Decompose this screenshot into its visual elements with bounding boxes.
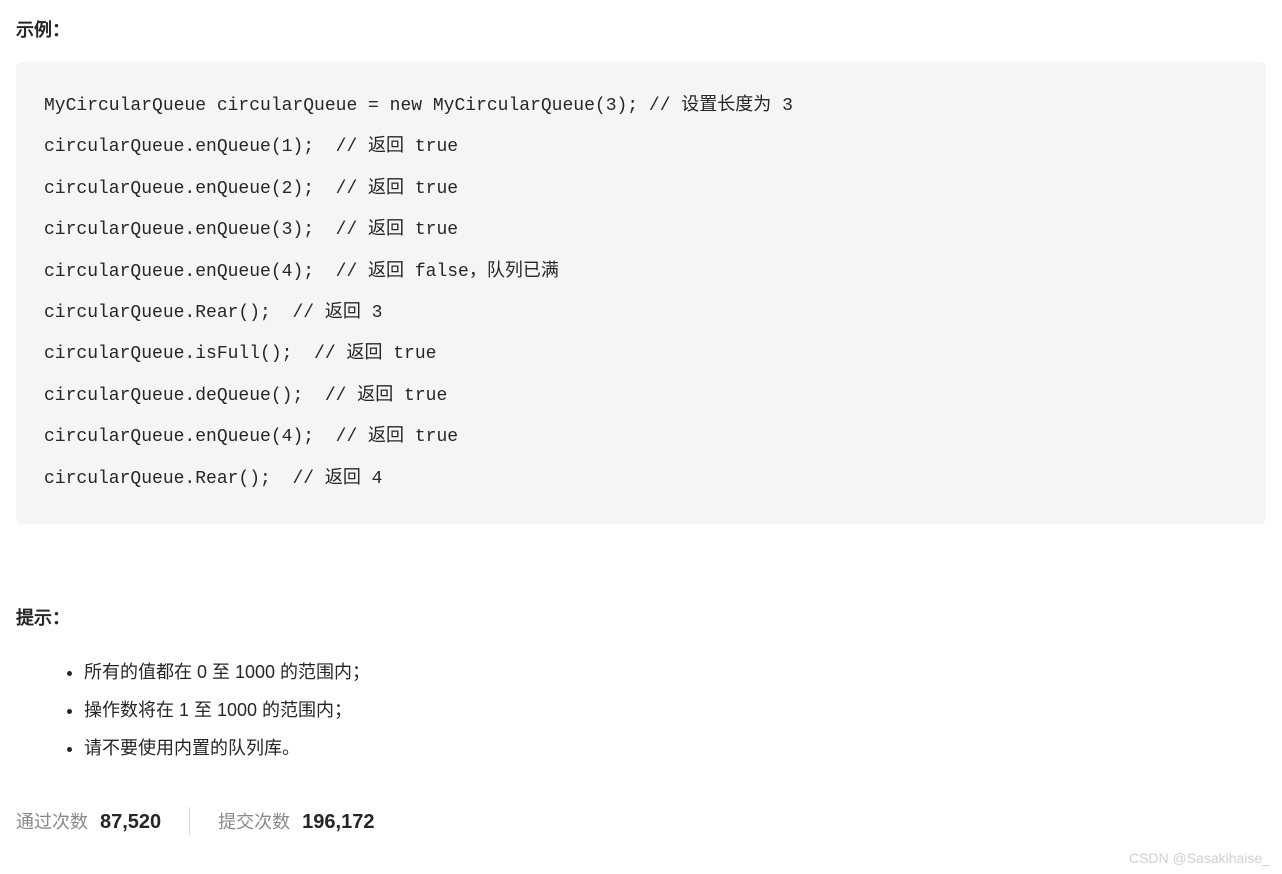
submissions-stat: 提交次数 196,172 — [218, 808, 374, 834]
hints-title: 提示： — [16, 604, 1266, 630]
hint-item: 所有的值都在 0 至 1000 的范围内； — [84, 654, 1266, 692]
stat-divider — [189, 807, 190, 835]
watermark: CSDN @Sasakihaise_ — [1129, 850, 1270, 866]
hint-item: 操作数将在 1 至 1000 的范围内； — [84, 692, 1266, 730]
accepted-label: 通过次数 — [16, 808, 88, 834]
accepted-stat: 通过次数 87,520 — [16, 808, 161, 834]
submissions-value: 196,172 — [302, 811, 374, 834]
example-title: 示例： — [16, 16, 1266, 42]
accepted-value: 87,520 — [100, 811, 161, 834]
example-code-block: MyCircularQueue circularQueue = new MyCi… — [16, 62, 1266, 524]
submissions-label: 提交次数 — [218, 808, 290, 834]
stats-row: 通过次数 87,520 提交次数 196,172 — [16, 807, 1266, 835]
hints-list: 所有的值都在 0 至 1000 的范围内； 操作数将在 1 至 1000 的范围… — [16, 654, 1266, 767]
hint-item: 请不要使用内置的队列库。 — [84, 730, 1266, 768]
